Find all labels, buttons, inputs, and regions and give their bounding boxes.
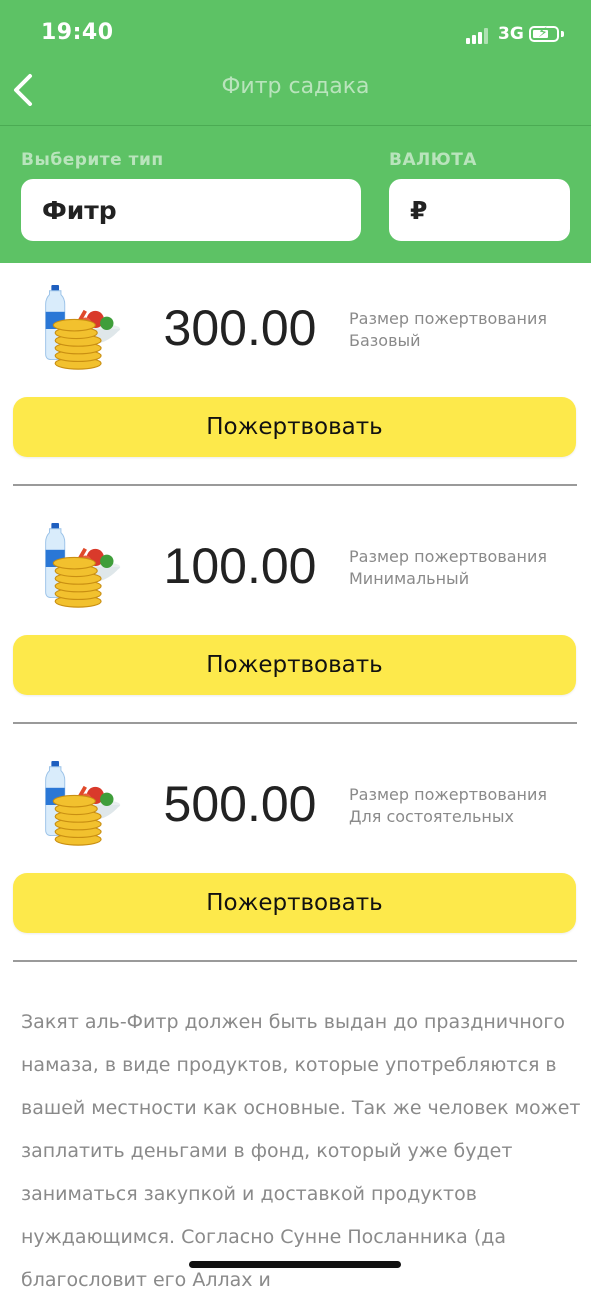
battery-tip <box>561 31 564 37</box>
donate-button[interactable]: Пожертвовать <box>13 873 576 933</box>
currency-select[interactable]: ₽ <box>389 179 570 241</box>
donate-button[interactable]: Пожертвовать <box>13 397 576 457</box>
currency-select-value: ₽ <box>410 195 428 225</box>
divider <box>13 484 577 486</box>
divider <box>13 722 577 724</box>
donation-amount: 300.00 <box>163 300 317 356</box>
food-coins-icon <box>45 284 121 370</box>
donation-label: Размер пожертвования Базовый <box>349 308 547 352</box>
header: 19:40 3G ⚡ Фитр садака Выберите тип ВАЛЮ… <box>0 0 591 263</box>
food-coins-icon <box>45 760 121 846</box>
donation-label: Размер пожертвования Минимальный <box>349 546 547 590</box>
donation-label-tier: Для состоятельных <box>349 807 514 826</box>
food-coins-icon <box>45 522 121 608</box>
donation-label: Размер пожертвования Для состоятельных <box>349 784 547 828</box>
type-select-value: Фитр <box>42 195 117 225</box>
status-time: 19:40 <box>41 20 114 45</box>
donation-label-title: Размер пожертвования <box>349 785 548 804</box>
donation-amount: 100.00 <box>163 538 317 594</box>
type-select[interactable]: Фитр <box>21 179 361 241</box>
battery-icon: ⚡ <box>529 25 559 42</box>
currency-label: ВАЛЮТА <box>389 150 477 170</box>
home-indicator[interactable] <box>189 1261 401 1268</box>
donation-label-tier: Базовый <box>349 331 421 350</box>
status-bar: 19:40 3G ⚡ <box>0 0 591 70</box>
description-text: Закят аль-Фитр должен быть выдан до праз… <box>21 1011 581 1291</box>
donation-amount: 500.00 <box>163 776 317 832</box>
signal-icon <box>466 28 492 44</box>
donation-label-tier: Минимальный <box>349 569 470 588</box>
donation-label-title: Размер пожертвования <box>349 547 548 566</box>
divider <box>13 960 577 962</box>
page-title: Фитр садака <box>221 74 370 99</box>
donate-button[interactable]: Пожертвовать <box>13 635 576 695</box>
network-type: 3G <box>498 24 524 44</box>
type-label: Выберите тип <box>21 150 164 170</box>
navigation-bar: Фитр садака <box>0 70 591 126</box>
donation-label-title: Размер пожертвования <box>349 309 548 328</box>
